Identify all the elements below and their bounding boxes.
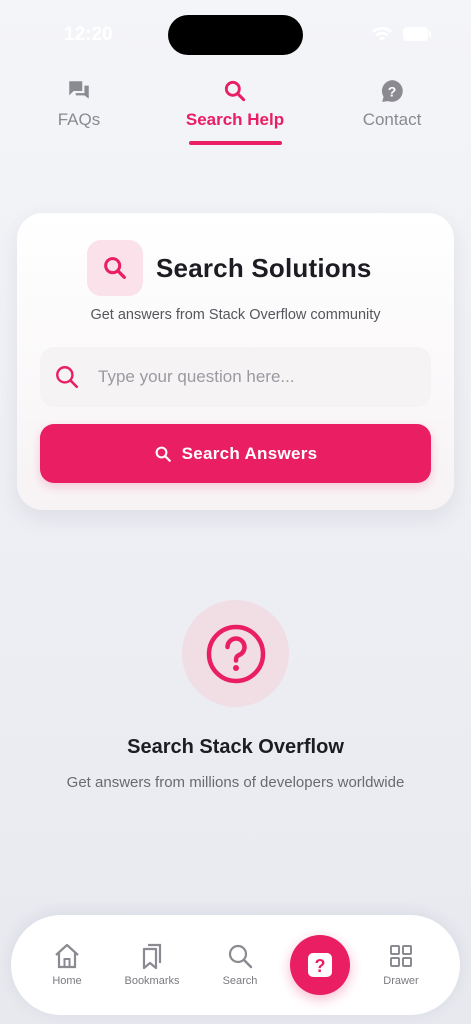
search-card: Search Solutions Get answers from Stack … [17, 213, 454, 510]
wifi-icon [371, 26, 393, 42]
tab-label: Search Help [185, 110, 285, 129]
search-icon-box [87, 240, 143, 296]
nav-item-home[interactable]: Home [27, 941, 107, 987]
status-icons [371, 26, 431, 42]
svg-text:?: ? [315, 956, 326, 976]
dynamic-island [168, 15, 303, 55]
search-icon [104, 257, 126, 279]
help-tabs: FAQs Search Help ? Contact [0, 74, 471, 146]
bookmarks-icon [142, 943, 162, 970]
question-input[interactable] [98, 367, 398, 387]
active-tab-indicator [189, 141, 282, 145]
nav-item-search[interactable]: Search [200, 941, 280, 987]
battery-icon [403, 27, 431, 41]
tab-faqs[interactable]: FAQs [9, 74, 149, 146]
card-header: Search Solutions [87, 240, 372, 296]
status-bar: 12:20 [0, 0, 471, 70]
search-icon [228, 944, 253, 969]
status-time: 12:20 [64, 24, 113, 45]
search-icon [224, 80, 246, 102]
empty-state-subtitle: Get answers from millions of developers … [66, 774, 405, 791]
question-search-field[interactable] [40, 347, 431, 407]
tab-label: FAQs [57, 110, 101, 129]
svg-text:?: ? [388, 83, 397, 99]
search-icon [155, 446, 171, 462]
nav-item-drawer[interactable]: Drawer [361, 941, 441, 987]
nav-label: Search [222, 975, 258, 987]
home-icon [55, 943, 79, 969]
empty-state-title: Search Stack Overflow [127, 736, 344, 758]
nav-item-bookmarks[interactable]: Bookmarks [112, 941, 192, 987]
nav-item-help[interactable]: ? [290, 935, 350, 995]
search-answers-label: Search Answers [181, 443, 318, 463]
question-circle-icon [206, 624, 265, 683]
bottom-nav: Home Bookmarks Search ? Drawer [11, 915, 460, 1015]
search-answers-button[interactable]: Search Answers [40, 424, 431, 483]
nav-label: Drawer [383, 975, 419, 987]
nav-label: Bookmarks [124, 975, 180, 987]
tab-label: Contact [362, 110, 422, 129]
help-square-icon: ? [308, 953, 332, 977]
empty-state-badge [182, 600, 289, 707]
grid-icon [390, 945, 412, 967]
card-subtitle: Get answers from Stack Overflow communit… [90, 307, 381, 323]
card-title: Search Solutions [156, 252, 372, 283]
nav-label: Home [52, 975, 82, 987]
tab-search-help[interactable]: Search Help [165, 74, 305, 146]
forum-icon [69, 81, 89, 99]
search-icon [56, 366, 79, 389]
tab-contact[interactable]: ? Contact [322, 74, 462, 146]
help-circle-icon: ? [381, 80, 403, 102]
